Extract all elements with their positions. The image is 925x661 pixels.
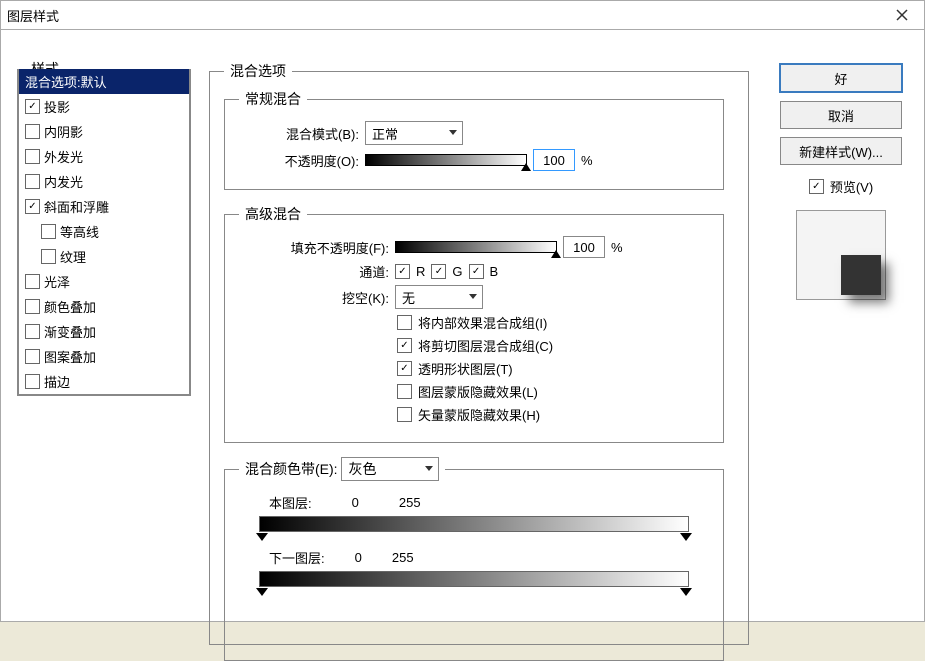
checkbox-icon[interactable]: [41, 249, 56, 264]
close-icon: [896, 9, 908, 21]
styles-list: 混合选项:默认 投影 内阴影 外发光 内发光 斜面和浮雕 等高线 纹理 光泽 颜…: [17, 69, 191, 396]
channel-b-checkbox[interactable]: [469, 264, 484, 279]
opt1-label: 将内部效果混合成组(I): [418, 313, 547, 332]
style-color-overlay[interactable]: 颜色叠加: [19, 294, 189, 319]
style-satin[interactable]: 光泽: [19, 269, 189, 294]
cancel-button[interactable]: 取消: [780, 101, 902, 129]
checkbox-icon[interactable]: [41, 224, 56, 239]
style-drop-shadow[interactable]: 投影: [19, 94, 189, 119]
slider-low-handle-icon[interactable]: [256, 588, 268, 596]
this-layer-hi: 255: [399, 495, 421, 510]
preview-label: 预览(V): [830, 177, 873, 196]
blendif-label: 混合颜色带(E):: [245, 461, 338, 477]
this-layer-lo: 0: [352, 495, 359, 510]
close-button[interactable]: [886, 5, 918, 25]
checkbox-icon[interactable]: [25, 324, 40, 339]
blending-options-title: 混合选项: [224, 61, 292, 81]
checkbox-icon[interactable]: [25, 124, 40, 139]
preview-checkbox[interactable]: [809, 179, 824, 194]
this-layer-label: 本图层:: [269, 493, 312, 512]
underlying-hi: 255: [392, 550, 414, 565]
opt2-label: 将剪切图层混合成组(C): [418, 336, 553, 355]
this-layer-track[interactable]: [259, 516, 689, 532]
style-inner-shadow[interactable]: 内阴影: [19, 119, 189, 144]
opt2-checkbox[interactable]: [397, 338, 412, 353]
checkbox-icon[interactable]: [25, 149, 40, 164]
dialog-title: 图层样式: [7, 6, 886, 25]
blendif-select[interactable]: 灰色: [341, 457, 439, 481]
checkbox-icon[interactable]: [25, 174, 40, 189]
slider-thumb-icon[interactable]: [551, 250, 561, 258]
opacity-slider[interactable]: [365, 154, 527, 166]
channel-r-checkbox[interactable]: [395, 264, 410, 279]
blend-mode-label: 混合模式(B):: [239, 124, 359, 143]
opacity-input[interactable]: 100: [533, 149, 575, 171]
opt1-checkbox[interactable]: [397, 315, 412, 330]
style-gradient-overlay[interactable]: 渐变叠加: [19, 319, 189, 344]
style-outer-glow[interactable]: 外发光: [19, 144, 189, 169]
blend-mode-select[interactable]: 正常: [365, 121, 463, 145]
percent-label: %: [611, 240, 623, 255]
channel-g-checkbox[interactable]: [431, 264, 446, 279]
underlying-lo: 0: [355, 550, 362, 565]
opt3-checkbox[interactable]: [397, 361, 412, 376]
checkbox-icon[interactable]: [25, 374, 40, 389]
opt4-label: 图层蒙版隐藏效果(L): [418, 382, 538, 401]
opacity-label: 不透明度(O):: [239, 151, 359, 170]
underlying-label: 下一图层:: [269, 548, 325, 567]
checkbox-icon[interactable]: [25, 299, 40, 314]
preview-thumbnail: [796, 210, 886, 300]
slider-high-handle-icon[interactable]: [680, 533, 692, 541]
style-contour[interactable]: 等高线: [19, 219, 189, 244]
fill-opacity-slider[interactable]: [395, 241, 557, 253]
opt5-label: 矢量蒙版隐藏效果(H): [418, 405, 540, 424]
channels-label: 通道:: [239, 262, 389, 281]
style-inner-glow[interactable]: 内发光: [19, 169, 189, 194]
fill-opacity-label: 填充不透明度(F):: [239, 238, 389, 257]
style-pattern-overlay[interactable]: 图案叠加: [19, 344, 189, 369]
ok-button[interactable]: 好: [779, 63, 903, 93]
knockout-select[interactable]: 无: [395, 285, 483, 309]
knockout-label: 挖空(K):: [239, 288, 389, 307]
checkbox-icon[interactable]: [25, 274, 40, 289]
fill-opacity-input[interactable]: 100: [563, 236, 605, 258]
underlying-track[interactable]: [259, 571, 689, 587]
opt5-checkbox[interactable]: [397, 407, 412, 422]
advanced-blending-title: 高级混合: [239, 204, 307, 224]
checkbox-icon[interactable]: [25, 349, 40, 364]
slider-low-handle-icon[interactable]: [256, 533, 268, 541]
slider-thumb-icon[interactable]: [521, 163, 531, 171]
style-texture[interactable]: 纹理: [19, 244, 189, 269]
checkbox-icon[interactable]: [25, 199, 40, 214]
style-blending-options[interactable]: 混合选项:默认: [19, 69, 189, 94]
slider-high-handle-icon[interactable]: [680, 588, 692, 596]
percent-label: %: [581, 153, 593, 168]
general-blending-title: 常规混合: [239, 89, 307, 109]
opt3-label: 透明形状图层(T): [418, 359, 513, 378]
opt4-checkbox[interactable]: [397, 384, 412, 399]
new-style-button[interactable]: 新建样式(W)...: [780, 137, 902, 165]
style-stroke[interactable]: 描边: [19, 369, 189, 394]
checkbox-icon[interactable]: [25, 99, 40, 114]
style-bevel-emboss[interactable]: 斜面和浮雕: [19, 194, 189, 219]
